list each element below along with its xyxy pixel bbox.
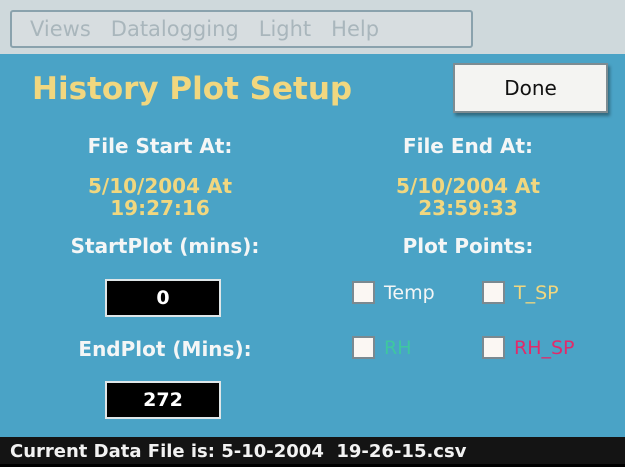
page-title: History Plot Setup <box>32 71 353 107</box>
start-plot-input[interactable]: 0 <box>105 279 221 317</box>
file-start-time-line: 19:27:16 <box>110 196 210 220</box>
temp-checkbox[interactable] <box>352 281 375 304</box>
menu-light[interactable]: Light <box>259 17 311 41</box>
rh-sp-checkbox[interactable] <box>482 336 505 359</box>
file-end-time-line: 23:59:33 <box>418 196 518 220</box>
rh-checkbox-row[interactable]: RH <box>352 336 412 359</box>
temp-label: Temp <box>384 281 435 304</box>
screen: Views Datalogging Light Help History Plo… <box>0 0 625 464</box>
file-start-date-line: 5/10/2004 At <box>87 174 233 198</box>
end-plot-label: EndPlot (Mins): <box>78 337 252 361</box>
file-end-label: File End At: <box>402 134 534 158</box>
done-button[interactable]: Done <box>453 63 608 113</box>
start-plot-label: StartPlot (mins): <box>70 234 260 258</box>
t-sp-label: T_SP <box>514 281 559 304</box>
plot-points-label: Plot Points: <box>402 234 534 258</box>
t-sp-checkbox-row[interactable]: T_SP <box>482 281 559 304</box>
temp-checkbox-row[interactable]: Temp <box>352 281 435 304</box>
rh-checkbox[interactable] <box>352 336 375 359</box>
end-plot-input[interactable]: 272 <box>105 381 221 419</box>
menu-views[interactable]: Views <box>30 17 91 41</box>
menu-bar: Views Datalogging Light Help <box>10 10 473 48</box>
t-sp-checkbox[interactable] <box>482 281 505 304</box>
rh-sp-checkbox-row[interactable]: RH_SP <box>482 336 575 359</box>
menu-help[interactable]: Help <box>331 17 379 41</box>
menu-datalogging[interactable]: Datalogging <box>111 17 239 41</box>
file-end-date: 5/10/2004 At 23:59:33 <box>368 175 568 219</box>
rh-label: RH <box>384 336 412 359</box>
file-start-date: 5/10/2004 At 19:27:16 <box>60 175 260 219</box>
status-bar: Current Data File is: 5-10-2004 19-26-15… <box>0 437 625 464</box>
file-end-date-line: 5/10/2004 At <box>395 174 541 198</box>
rh-sp-label: RH_SP <box>514 336 575 359</box>
file-start-label: File Start At: <box>87 134 233 158</box>
